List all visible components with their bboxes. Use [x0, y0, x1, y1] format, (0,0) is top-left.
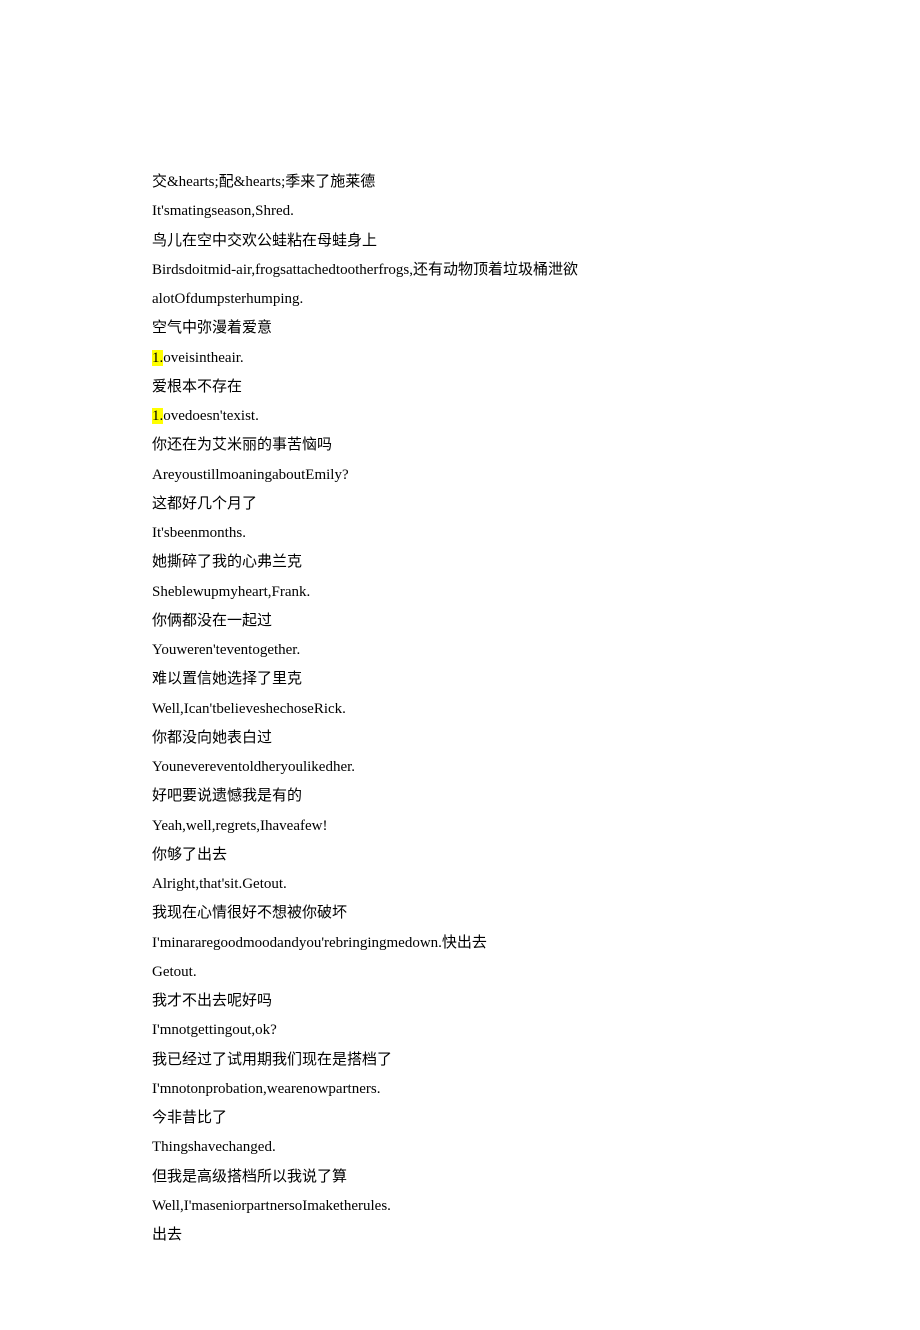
text-segment: Thingshavechanged. [152, 1139, 276, 1155]
text-segment: 你都没向她表白过 [152, 730, 272, 746]
text-segment: It'sbeenmonths. [152, 525, 246, 541]
text-line: 好吧要说遗憾我是有的 [152, 782, 768, 811]
document-page: 交&hearts;配&hearts;季来了施莱德 It'smatingseason… [0, 0, 920, 1330]
text-line: 我才不出去呢好吗 [152, 987, 768, 1016]
text-line: alotOfdumpsterhumping. [152, 285, 768, 314]
text-segment: Yeah,well,regrets,Ihaveafew! [152, 818, 327, 834]
text-segment: 我才不出去呢好吗 [152, 993, 272, 1009]
text-segment: 你还在为艾米丽的事苦恼吗 [152, 437, 332, 453]
text-segment: 鸟儿在空中交欢公蛙粘在母蛙身上 [152, 233, 377, 249]
text-line: 我已经过了试用期我们现在是搭档了 [152, 1046, 768, 1075]
text-segment: 你俩都没在一起过 [152, 613, 272, 629]
text-line: 难以置信她选择了里克 [152, 665, 768, 694]
highlighted-text: 1. [152, 350, 163, 366]
text-line: 你俩都没在一起过 [152, 607, 768, 636]
text-segment: Youweren'teventogether. [152, 642, 300, 658]
text-segment: 空气中弥漫着爱意 [152, 320, 272, 336]
text-line: 爱根本不存在 [152, 373, 768, 402]
text-segment: minararegoodmoodandyou'rebringingmedown.… [160, 935, 487, 951]
text-segment: 我已经过了试用期我们现在是搭档了 [152, 1052, 392, 1068]
text-line: 1.ovedoesn'texist. [152, 402, 768, 431]
text-segment: maseniorpartnersoImaketherules. [191, 1198, 391, 1214]
text-line: It'sbeenmonths. [152, 519, 768, 548]
text-line: Youweren'teventogether. [152, 636, 768, 665]
text-line: Yeah,well,regrets,Ihaveafew! [152, 812, 768, 841]
text-line: Well,Ican'tbelieveshechoseRick. [152, 695, 768, 724]
text-segment: 好吧要说遗憾我是有的 [152, 788, 302, 804]
text-segment: 出去 [152, 1227, 182, 1243]
text-line: Getout. [152, 958, 768, 987]
text-segment: Younevereventoldheryoulikedher. [152, 759, 355, 775]
text-line: 鸟儿在空中交欢公蛙粘在母蛙身上 [152, 227, 768, 256]
text-line: AreyoustillmoaningaboutEmily? [152, 461, 768, 490]
text-segment: 爱根本不存在 [152, 379, 242, 395]
text-segment: 她撕碎了我的心弗兰克 [152, 554, 302, 570]
text-line: 这都好几个月了 [152, 490, 768, 519]
text-segment: mnotonprobation,wearenowpartners. [160, 1081, 381, 1097]
text-segment: Getout. [152, 964, 197, 980]
text-segment: oveisintheair. [163, 350, 243, 366]
text-line: 交&hearts;配&hearts;季来了施莱德 [152, 168, 768, 197]
text-line: 我现在心情很好不想被你破坏 [152, 899, 768, 928]
text-segment: It [152, 203, 161, 219]
text-line: 出去 [152, 1221, 768, 1250]
text-segment: 你够了出去 [152, 847, 227, 863]
text-segment: mnotgettingout,ok? [160, 1022, 277, 1038]
text-segment: 交&hearts;配&hearts;季来了施莱德 [152, 174, 375, 190]
text-line: 你都没向她表白过 [152, 724, 768, 753]
text-line: I'mnotgettingout,ok? [152, 1016, 768, 1045]
text-line: 但我是高级搭档所以我说了算 [152, 1163, 768, 1192]
text-segment: alotOfdumpsterhumping. [152, 291, 303, 307]
text-segment: Alright,that'sit.Getout. [152, 876, 287, 892]
text-line: 今非昔比了 [152, 1104, 768, 1133]
text-line: Younevereventoldheryoulikedher. [152, 753, 768, 782]
text-segment: Well,I [152, 1198, 189, 1214]
text-line: 你够了出去 [152, 841, 768, 870]
text-segment: 难以置信她选择了里克 [152, 671, 302, 687]
text-segment: Well,Ican [152, 701, 210, 717]
text-line: Birdsdoitmid-air,frogsattachedtootherfro… [152, 256, 768, 285]
highlighted-text: 1. [152, 408, 163, 424]
text-segment: 但我是高级搭档所以我说了算 [152, 1169, 347, 1185]
text-segment: Birdsdoitmid-air,frogsattachedtootherfro… [152, 262, 578, 278]
text-segment: 我现在心情很好不想被你破坏 [152, 905, 347, 921]
text-line: 空气中弥漫着爱意 [152, 314, 768, 343]
text-line: I'minararegoodmoodandyou'rebringingmedow… [152, 929, 768, 958]
text-segment: 今非昔比了 [152, 1110, 227, 1126]
text-segment: AreyoustillmoaningaboutEmily? [152, 467, 349, 483]
text-line: Sheblewupmyheart,Frank. [152, 578, 768, 607]
text-line: Thingshavechanged. [152, 1133, 768, 1162]
text-segment: smatingseason,Shred. [164, 203, 294, 219]
text-line: 你还在为艾米丽的事苦恼吗 [152, 431, 768, 460]
text-line: 她撕碎了我的心弗兰克 [152, 548, 768, 577]
text-segment: Sheblewupmyheart,Frank. [152, 584, 310, 600]
text-line: Alright,that'sit.Getout. [152, 870, 768, 899]
text-line: Well,I'maseniorpartnersoImaketherules. [152, 1192, 768, 1221]
text-line: It'smatingseason,Shred. [152, 197, 768, 226]
text-segment: 这都好几个月了 [152, 496, 257, 512]
text-body: 交&hearts;配&hearts;季来了施莱德 It'smatingseason… [152, 168, 768, 1250]
text-line: 1.oveisintheair. [152, 344, 768, 373]
text-segment: tbelieveshechoseRick. [212, 701, 346, 717]
text-line: I'mnotonprobation,wearenowpartners. [152, 1075, 768, 1104]
text-segment: ovedoesn'texist. [163, 408, 259, 424]
